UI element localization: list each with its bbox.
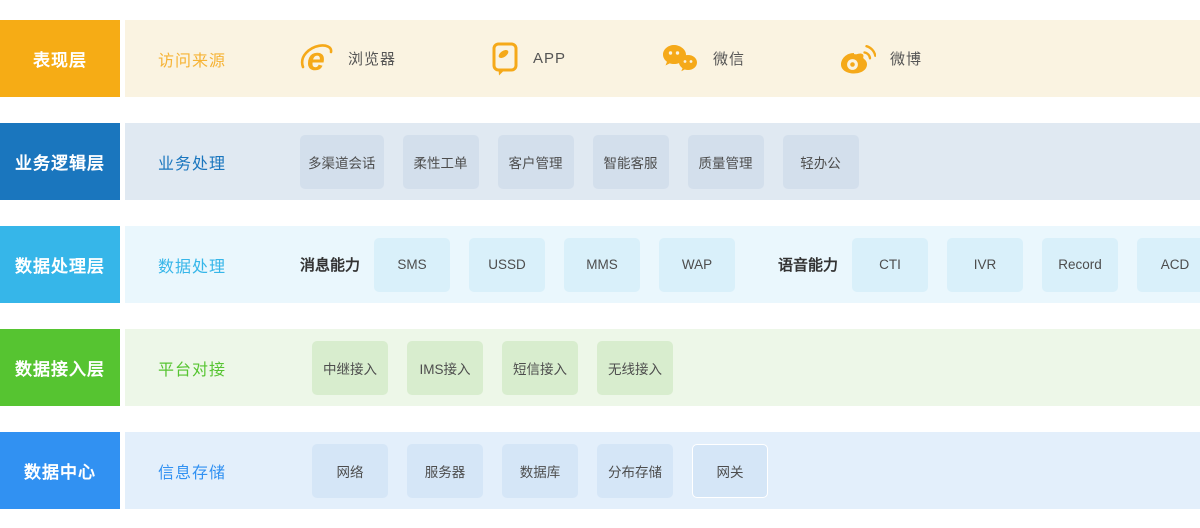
capability-chip: 短信接入: [502, 340, 578, 395]
layer-label-data-center: 数据中心: [0, 432, 120, 509]
category-information-storage: 信息存储: [158, 464, 227, 482]
capability-chip: Record: [1042, 237, 1119, 292]
chip-group: 多渠道会话 柔性工单 客户管理 智能客服 质量管理 轻办公: [300, 134, 878, 189]
layer-row-business-logic: 业务逻辑层 业务处理 多渠道会话 柔性工单 客户管理 智能客服 质量管理 轻办公: [0, 123, 1200, 200]
ie-browser-icon: e: [300, 43, 334, 75]
capability-chip: SMS: [374, 237, 451, 292]
capability-chip: USSD: [469, 237, 546, 292]
layer-label-business-logic: 业务逻辑层: [0, 123, 120, 200]
category-access-sources: 访问来源: [158, 52, 227, 70]
wechat-icon: [661, 43, 699, 75]
capability-chip: 智能客服: [592, 134, 669, 189]
source-label: APP: [533, 50, 567, 67]
layer-content-data-access: 平台对接 中继接入 IMS接入 短信接入 无线接入: [125, 329, 1200, 406]
capability-chip: IMS接入: [407, 340, 483, 395]
category-platform-integration: 平台对接: [158, 361, 227, 379]
capability-chip: 数据库: [502, 443, 578, 498]
layer-content-data-processing: 数据处理 消息能力 SMS USSD MMS WAP 语音能力 CTI IVR …: [125, 226, 1200, 303]
capability-chip: 柔性工单: [402, 134, 479, 189]
source-label: 微信: [713, 51, 746, 68]
category-data-processing: 数据处理: [158, 258, 227, 276]
capability-chip: CTI: [852, 237, 929, 292]
capability-chip: MMS: [564, 237, 641, 292]
source-label: 微博: [890, 51, 923, 68]
capability-chip: 客户管理: [497, 134, 574, 189]
capability-chip: ACD: [1137, 237, 1200, 292]
layer-row-data-processing: 数据处理层 数据处理 消息能力 SMS USSD MMS WAP 语音能力 CT…: [0, 226, 1200, 303]
layer-content-business-logic: 业务处理 多渠道会话 柔性工单 客户管理 智能客服 质量管理 轻办公: [125, 123, 1200, 200]
layer-label-data-access: 数据接入层: [0, 329, 120, 406]
capability-chip: WAP: [659, 237, 736, 292]
capability-chip: 质量管理: [687, 134, 764, 189]
source-item-wechat: 微信: [661, 43, 745, 75]
capability-chip: 网络: [312, 443, 388, 498]
source-item-browser: e 浏览器: [300, 43, 396, 75]
capability-chip: 无线接入: [597, 340, 673, 395]
chip-group: 消息能力 SMS USSD MMS WAP 语音能力 CTI IVR Recor…: [300, 237, 1200, 292]
layer-label-data-processing: 数据处理层: [0, 226, 120, 303]
layer-row-data-access: 数据接入层 平台对接 中继接入 IMS接入 短信接入 无线接入: [0, 329, 1200, 406]
capability-chip: 分布存储: [597, 443, 673, 498]
capability-chip: 服务器: [407, 443, 483, 498]
source-label: 浏览器: [348, 51, 397, 68]
group-title-message-capability: 消息能力: [300, 257, 361, 274]
category-business-processing: 业务处理: [158, 155, 227, 173]
layer-content-data-center: 信息存储 网络 服务器 数据库 分布存储 网关: [125, 432, 1200, 509]
chip-group: 中继接入 IMS接入 短信接入 无线接入: [300, 340, 692, 395]
chip-group: 网络 服务器 数据库 分布存储 网关: [300, 443, 787, 498]
capability-chip: 轻办公: [782, 134, 859, 189]
capability-chip: IVR: [947, 237, 1024, 292]
layer-row-data-center: 数据中心 信息存储 网络 服务器 数据库 分布存储 网关: [0, 432, 1200, 509]
architecture-diagram: 表现层 访问来源 e 浏览器 APP 微信 微博 业务逻辑层 业务处理 多渠道会…: [0, 0, 1200, 509]
source-item-weibo: 微博: [840, 43, 922, 75]
group-title-voice-capability: 语音能力: [778, 257, 839, 274]
layer-content-presentation: 访问来源 e 浏览器 APP 微信 微博: [125, 20, 1200, 97]
mobile-app-icon: [491, 42, 519, 76]
layer-row-presentation: 表现层 访问来源 e 浏览器 APP 微信 微博: [0, 20, 1200, 97]
capability-chip: 多渠道会话: [300, 134, 384, 189]
capability-chip: 网关: [692, 443, 768, 498]
capability-chip: 中继接入: [312, 340, 388, 395]
weibo-icon: [840, 43, 877, 75]
layer-label-presentation: 表现层: [0, 20, 120, 97]
source-item-app: APP: [491, 42, 566, 76]
